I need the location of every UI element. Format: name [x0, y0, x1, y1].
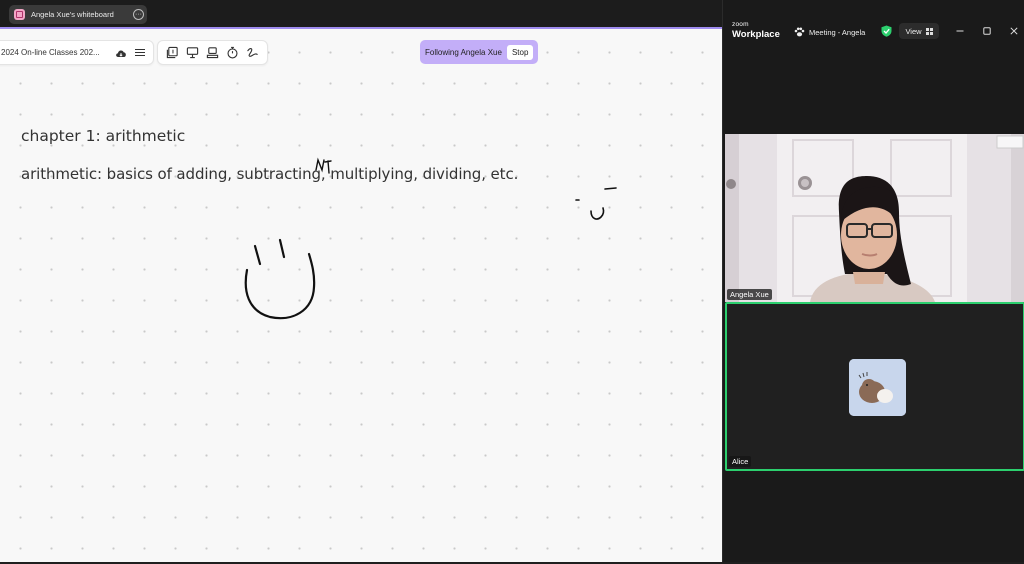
- zoom-logo-big: Workplace: [732, 28, 780, 40]
- whiteboard-canvas[interactable]: 2024 On-line Classes 202... Following An…: [0, 27, 722, 562]
- participant-name-angela: Angela Xue: [727, 289, 772, 300]
- small-face-dash-right: [604, 187, 617, 190]
- angela-video-feed: [725, 134, 1024, 302]
- zoom-window: zoom Workplace Meeting - Angela View Ang…: [722, 0, 1024, 562]
- following-banner: Following Angela Xue Stop: [420, 40, 538, 64]
- small-face-mouth: [590, 207, 605, 220]
- maximize-icon[interactable]: [980, 24, 994, 38]
- stamp-icon[interactable]: [205, 46, 219, 60]
- tab-more-icon[interactable]: ···: [133, 9, 144, 20]
- zoom-workplace-logo: zoom Workplace: [732, 21, 780, 40]
- stop-following-button[interactable]: Stop: [506, 44, 534, 60]
- cloud-sync-icon[interactable]: [115, 47, 127, 59]
- paw-icon: [794, 27, 805, 37]
- view-label: View: [905, 26, 922, 36]
- smiley-right-eye-stroke: [278, 238, 286, 259]
- cat-avatar-icon: [849, 359, 906, 416]
- pen-hand-icon[interactable]: [246, 46, 260, 60]
- chapter-heading-text[interactable]: chapter 1: arithmetic: [21, 127, 185, 145]
- tab-title: Angela Xue's whiteboard: [31, 10, 114, 19]
- close-icon[interactable]: [1007, 24, 1021, 38]
- zoom-logo-small: zoom: [732, 21, 749, 28]
- page-number-icon[interactable]: [165, 46, 179, 60]
- participant-name-alice: Alice: [729, 456, 752, 467]
- hamburger-menu-icon[interactable]: [135, 47, 145, 59]
- file-title[interactable]: 2024 On-line Classes 202...: [1, 48, 115, 57]
- ink-layer: [244, 157, 617, 320]
- browser-tab[interactable]: Angela Xue's whiteboard ···: [9, 5, 147, 24]
- meeting-title-text: Meeting - Angela: [809, 27, 866, 37]
- smiley-mouth-stroke: [244, 252, 316, 320]
- video-tile-angela[interactable]: Angela Xue: [725, 134, 1024, 302]
- following-text: Following Angela Xue: [425, 47, 502, 57]
- definition-text[interactable]: arithmetic: basics of adding, subtractin…: [21, 165, 518, 183]
- smiley-left-eye-stroke: [253, 244, 262, 266]
- presentation-icon[interactable]: [185, 46, 199, 60]
- grid-view-icon: [925, 27, 933, 35]
- tools-toolbar: [157, 40, 268, 65]
- timer-icon[interactable]: [226, 46, 240, 60]
- minimize-icon[interactable]: [953, 24, 967, 38]
- zoom-title-bar: zoom Workplace Meeting - Angela View: [723, 10, 1024, 44]
- meeting-title[interactable]: Meeting - Angela: [794, 27, 865, 37]
- whiteboard-window: Angela Xue's whiteboard ··· 2024 On-line…: [0, 0, 722, 562]
- avatar: [849, 359, 906, 416]
- video-tile-alice[interactable]: Alice: [725, 302, 1024, 471]
- security-shield-icon[interactable]: [881, 25, 892, 37]
- file-toolbar: 2024 On-line Classes 202...: [0, 40, 154, 65]
- browser-tab-bar: Angela Xue's whiteboard ···: [0, 0, 722, 27]
- whiteboard-favicon-icon: [14, 9, 25, 20]
- view-button[interactable]: View: [899, 23, 939, 39]
